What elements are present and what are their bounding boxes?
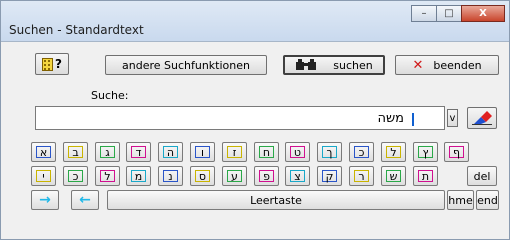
letter-key[interactable]: י: [31, 166, 56, 186]
help-label: ?: [55, 57, 62, 71]
letter-key[interactable]: צ: [285, 166, 310, 186]
minimize-button[interactable]: –: [411, 5, 437, 22]
letter-key-label: ל: [386, 146, 401, 158]
search-input-value: משה: [377, 111, 404, 126]
letter-key-label: ו: [195, 146, 210, 158]
letter-key[interactable]: כ: [63, 166, 88, 186]
close-button[interactable]: X: [461, 5, 505, 22]
letter-key-label: ח: [259, 146, 274, 158]
letter-key-label: פ: [259, 170, 274, 182]
letter-key-label: מ: [131, 170, 146, 182]
letter-key[interactable]: ל: [95, 166, 120, 186]
binoculars-icon: [296, 59, 317, 70]
eraser-icon: [472, 111, 492, 125]
space-key-label: Leertaste: [250, 193, 302, 207]
letter-key-label: ץ: [418, 146, 433, 158]
clear-button[interactable]: [467, 107, 497, 129]
home-key-label: hme: [448, 193, 473, 207]
letter-key[interactable]: ת: [413, 166, 438, 186]
letter-key-label: ז: [227, 146, 242, 158]
letter-key[interactable]: ר: [349, 166, 374, 186]
letter-key[interactable]: ל: [381, 142, 406, 162]
letter-key[interactable]: ה: [158, 142, 183, 162]
letter-key-label: ב: [68, 146, 83, 158]
letter-key[interactable]: ק: [317, 166, 342, 186]
letter-key[interactable]: ו: [190, 142, 215, 162]
maximize-button[interactable]: □: [436, 5, 462, 22]
cursor-left-key[interactable]: ←: [71, 190, 99, 210]
delete-key[interactable]: del: [467, 166, 497, 186]
end-label: beenden: [433, 58, 482, 72]
window-title: Suchen - Standardtext: [9, 23, 144, 37]
letter-key[interactable]: ך: [317, 142, 342, 162]
letter-key[interactable]: ץ: [413, 142, 438, 162]
title-bar: Suchen - Standardtext – □ X: [1, 1, 509, 42]
letter-key-label: צ: [290, 170, 305, 182]
letter-key-label: ל: [100, 170, 115, 182]
search-button[interactable]: suchen: [283, 55, 385, 75]
end-key-label: end: [477, 193, 498, 207]
letter-key[interactable]: כ: [349, 142, 374, 162]
letter-key[interactable]: ס: [190, 166, 215, 186]
letter-key[interactable]: ט: [285, 142, 310, 162]
letter-key[interactable]: ע: [222, 166, 247, 186]
letter-key-label: ש: [386, 170, 401, 182]
end-button[interactable]: ✕ beenden: [395, 55, 499, 75]
letter-key[interactable]: נ: [158, 166, 183, 186]
letter-key[interactable]: מ: [126, 166, 151, 186]
letter-key-label: ס: [195, 170, 210, 182]
close-x-icon: ✕: [412, 57, 424, 73]
letter-key[interactable]: ב: [63, 142, 88, 162]
hebrew-keyboard: א ב ג ד ה ו ז ח ט ך כ ל ץ ף י כ ל מ נ ס ע פ צ ק ר ש ת del → ← Leertast…: [31, 142, 499, 230]
other-search-functions-button[interactable]: andere Suchfunktionen: [105, 55, 267, 75]
dropdown-label: v: [449, 112, 456, 124]
letter-key-label: ד: [131, 146, 146, 158]
letter-key-label: ט: [290, 146, 305, 158]
cursor-left-key-label: ←: [79, 192, 91, 208]
letter-key-label: כ: [354, 146, 369, 158]
cursor-right-key-label: →: [39, 192, 51, 208]
text-cursor: [412, 113, 414, 126]
letter-key-label: כ: [68, 170, 83, 182]
letter-key-label: ך: [322, 146, 337, 158]
letter-key-label: א: [36, 146, 51, 158]
letter-key-label: נ: [163, 170, 178, 182]
end-key[interactable]: end: [476, 190, 499, 210]
delete-key-label: del: [473, 169, 491, 183]
help-button[interactable]: ?: [35, 53, 69, 75]
character-map-icon: [42, 57, 54, 71]
history-dropdown[interactable]: v: [447, 109, 458, 127]
letter-key-label: ף: [449, 146, 464, 158]
letter-key-label: ג: [100, 146, 115, 158]
space-key[interactable]: Leertaste: [107, 190, 445, 210]
letter-key-label: י: [36, 170, 51, 182]
letter-key-label: ק: [322, 170, 337, 182]
letter-key[interactable]: ז: [222, 142, 247, 162]
home-key[interactable]: hme: [447, 190, 474, 210]
cursor-right-key[interactable]: →: [31, 190, 59, 210]
letter-key-label: ע: [227, 170, 242, 182]
letter-key-label: ר: [354, 170, 369, 182]
letter-key[interactable]: ח: [254, 142, 279, 162]
search-label: suchen: [333, 58, 373, 72]
window-controls: – □ X: [411, 5, 505, 22]
search-window: Suchen - Standardtext – □ X ? andere Suc…: [0, 0, 510, 240]
letter-key-label: ה: [163, 146, 178, 158]
letter-key[interactable]: ף: [444, 142, 469, 162]
other-search-functions-label: andere Suchfunktionen: [122, 58, 250, 72]
letter-key[interactable]: פ: [254, 166, 279, 186]
letter-key[interactable]: א: [31, 142, 56, 162]
letter-key[interactable]: ג: [95, 142, 120, 162]
letter-key-label: ת: [418, 170, 433, 182]
search-field-label: Suche:: [91, 89, 129, 102]
letter-key[interactable]: ד: [126, 142, 151, 162]
search-input[interactable]: משה: [35, 106, 445, 130]
letter-key[interactable]: ש: [381, 166, 406, 186]
